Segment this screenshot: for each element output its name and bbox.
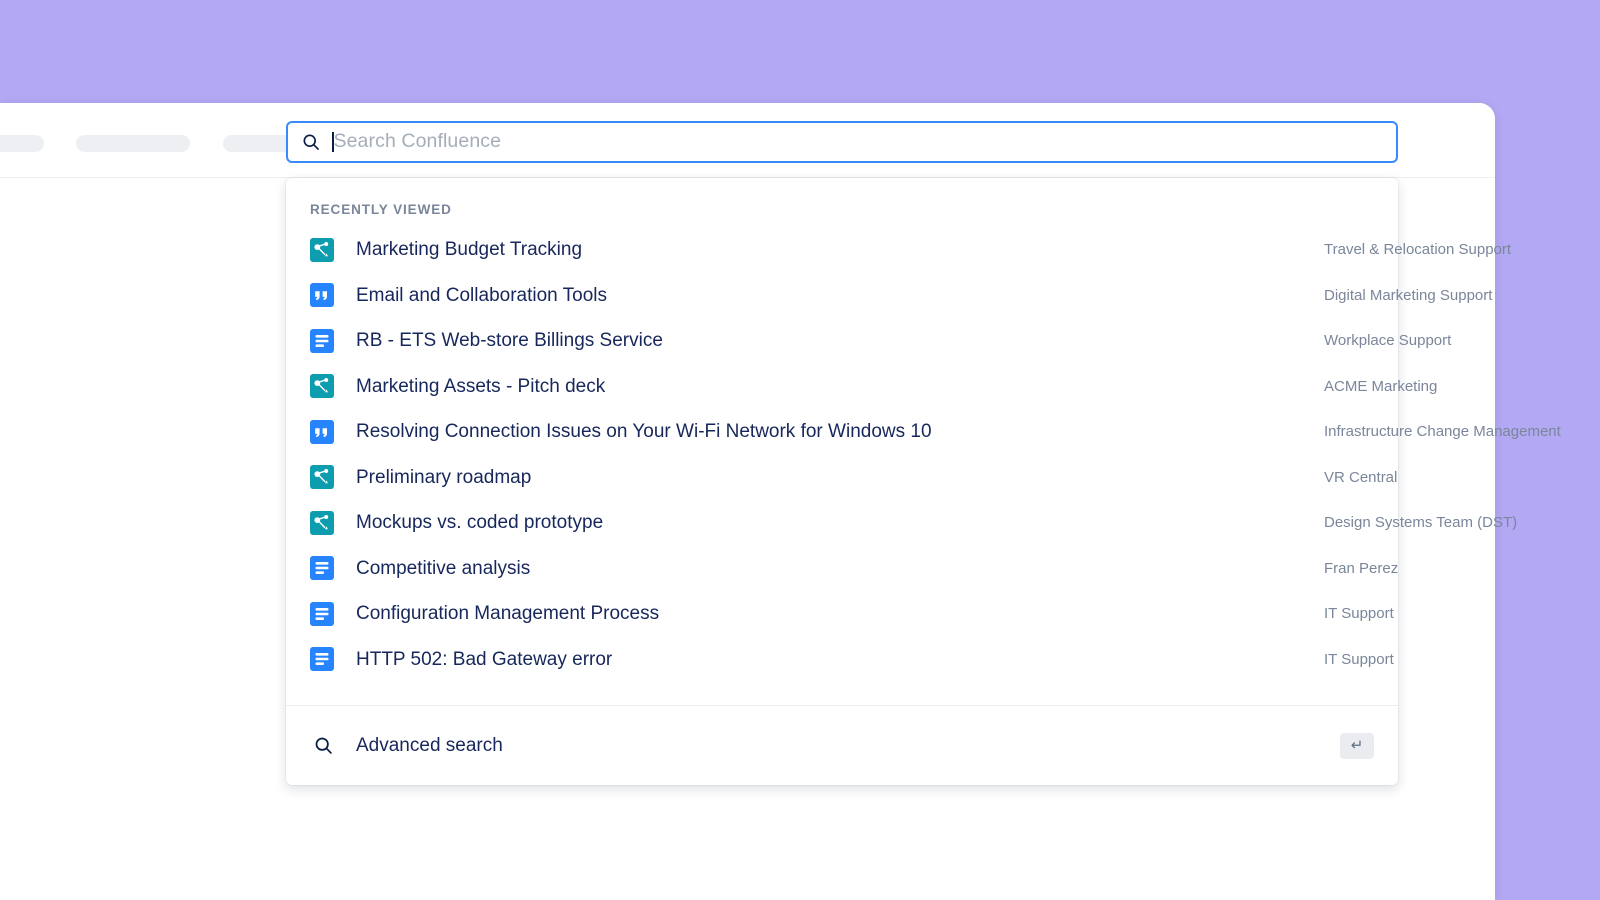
- page-icon: [310, 329, 334, 353]
- recent-item-title: Configuration Management Process: [356, 604, 659, 623]
- page-icon: [310, 602, 334, 626]
- recent-item-title: Marketing Assets - Pitch deck: [356, 377, 605, 396]
- blog-quote-icon: [310, 420, 334, 444]
- recent-item-row[interactable]: Configuration Management Process IT Suppo…: [286, 591, 1398, 637]
- recent-item-row[interactable]: Mockups vs. coded prototypeDesign System…: [286, 500, 1398, 546]
- recent-item-title: Marketing Budget Tracking: [356, 240, 582, 259]
- recent-item-space: Digital Marketing Support: [1324, 288, 1492, 303]
- search-results-dropdown: RECENTLY VIEWED Marketing Budget Trackin…: [286, 178, 1398, 785]
- recent-item-row[interactable]: Competitive analysis Fran Perez: [286, 546, 1398, 592]
- recent-item-title: Preliminary roadmap: [356, 468, 531, 487]
- recent-item-space: Fran Perez: [1324, 561, 1398, 576]
- recent-item-row[interactable]: Marketing Budget TrackingTravel & Reloca…: [286, 227, 1398, 273]
- search-icon: [298, 129, 324, 155]
- recent-item-title: Resolving Connection Issues on Your Wi-F…: [356, 422, 932, 441]
- recent-item-space: Infrastructure Change Management: [1324, 424, 1561, 439]
- whiteboard-icon: [310, 465, 334, 489]
- recent-item-row[interactable]: RB - ETS Web-store Billings ServiceWorkp…: [286, 318, 1398, 364]
- recent-item-title: Mockups vs. coded prototype: [356, 513, 603, 532]
- whiteboard-icon: [310, 238, 334, 262]
- recent-item-space: Design Systems Team (DST): [1324, 515, 1517, 530]
- recent-item-row[interactable]: Resolving Connection Issues on Your Wi-F…: [286, 409, 1398, 455]
- page-icon: [310, 647, 334, 671]
- enter-key-badge: ↵: [1340, 733, 1374, 759]
- search-placeholder-text: Search Confluence: [334, 132, 502, 152]
- recent-item-space: VR Central: [1324, 470, 1397, 485]
- blog-quote-icon: [310, 283, 334, 307]
- page-icon: [310, 556, 334, 580]
- recent-item-space: Travel & Relocation Support: [1324, 242, 1511, 257]
- recent-item-space: IT Support: [1324, 652, 1394, 667]
- advanced-search-label: Advanced search: [356, 736, 503, 755]
- recent-item-row[interactable]: Email and Collaboration ToolsDigital Mar…: [286, 273, 1398, 319]
- whiteboard-icon: [310, 511, 334, 535]
- whiteboard-icon: [310, 374, 334, 398]
- recently-viewed-heading: RECENTLY VIEWED: [286, 178, 1398, 223]
- advanced-search-row[interactable]: Advanced search ↵: [286, 705, 1398, 785]
- recent-item-title: RB - ETS Web-store Billings Service: [356, 331, 663, 350]
- recent-item-space: IT Support: [1324, 606, 1394, 621]
- recent-item-row[interactable]: Marketing Assets - Pitch deckACME Market…: [286, 364, 1398, 410]
- nav-placeholder-1[interactable]: [0, 135, 44, 152]
- recent-item-title: Competitive analysis: [356, 559, 530, 578]
- recent-item-row[interactable]: Preliminary roadmap VR Central: [286, 455, 1398, 501]
- recent-item-title: Email and Collaboration Tools: [356, 286, 607, 305]
- recent-item-title: HTTP 502: Bad Gateway error: [356, 650, 612, 669]
- recently-viewed-list: Marketing Budget TrackingTravel & Reloca…: [286, 223, 1398, 705]
- nav-placeholder-2[interactable]: [76, 135, 190, 152]
- search-icon: [310, 733, 336, 759]
- recent-item-row[interactable]: HTTP 502: Bad Gateway error IT Support: [286, 637, 1398, 683]
- recent-item-space: Workplace Support: [1324, 333, 1451, 348]
- recent-item-space: ACME Marketing: [1324, 379, 1437, 394]
- search-field[interactable]: Search Confluence: [286, 121, 1398, 163]
